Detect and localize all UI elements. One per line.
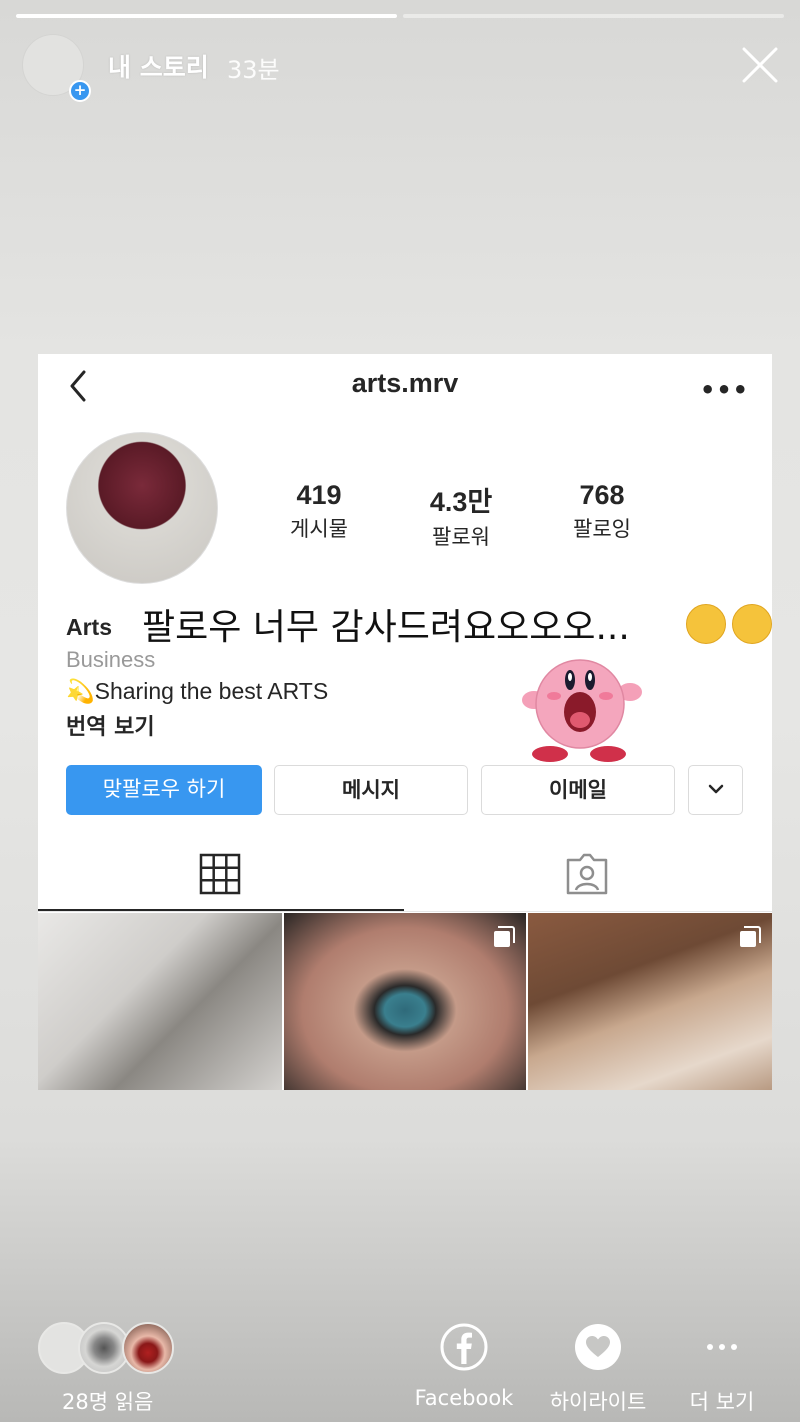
email-button: 이메일 [481,765,675,815]
shushing-face-icon [686,604,726,644]
message-button: 메시지 [274,765,468,815]
tab-divider [38,911,772,912]
story-overlay-text: 팔로우 너무 감사드려요오오오... [142,607,630,648]
follow-back-button: 맞팔로우 하기 [66,765,262,815]
stat-following: 768 팔로잉 [537,480,667,543]
profile-category: Business [66,647,156,672]
story-title: 내 스토리 [108,53,209,82]
profile-picture [66,432,218,584]
chevron-down-icon [708,784,723,794]
story-time: 33분 [227,56,280,84]
post-thumbnail-drawings [38,913,282,1090]
stat-following-count: 768 [579,480,625,510]
facebook-icon [440,1323,488,1371]
facebook-label: Facebook [414,1386,514,1410]
stat-followers: 4.3만 팔로워 [396,480,526,551]
story-progress-1-fill [16,14,397,18]
story-progress-2 [403,14,784,18]
tagged-person-icon [566,853,608,895]
post-thumbnail-painting [528,913,772,1090]
multiple-posts-icon [740,926,761,947]
stat-followers-count: 4.3만 [429,487,493,517]
more-label: 더 보기 [689,1390,755,1414]
story-progress-1 [16,14,397,18]
post-thumbnail-eye [284,913,526,1090]
seen-by-count[interactable]: 28명 읽음 [62,1386,153,1416]
more-options-button[interactable]: 더 보기 [662,1322,782,1416]
grid-icon [199,853,241,895]
viewer-avatar[interactable] [122,1322,174,1374]
profile-tabs [38,834,772,912]
profile-name: Arts [66,614,113,640]
stat-posts-count: 419 [296,480,342,510]
suggested-chevron-button [688,765,743,815]
more-dots-icon [707,1344,737,1350]
more-dots-icon: ••• [700,376,750,404]
stat-posts-label: 게시물 [290,517,348,541]
flushed-face-icon [732,604,772,644]
kirby-sticker-icon [522,659,642,762]
heart-circle-icon [575,1324,621,1370]
close-icon[interactable] [740,45,780,85]
profile-username: arts.mrv [351,368,459,398]
add-story-plus-icon[interactable]: + [69,80,91,102]
stat-following-label: 팔로잉 [573,517,631,541]
profile-screenshot: arts.mrv ••• 419 게시물 4.3만 팔로워 768 팔로잉 Ar… [38,354,772,1090]
facebook-share-button[interactable]: Facebook [404,1322,524,1410]
highlight-button[interactable]: 하이라이트 [538,1322,658,1416]
stat-followers-label: 팔로워 [432,525,490,549]
stat-posts: 419 게시물 [254,480,384,543]
highlight-label: 하이라이트 [549,1390,647,1414]
translate-link: 번역 보기 [66,715,155,740]
profile-bio: 💫Sharing the best ARTS [66,678,329,704]
multiple-posts-icon [494,926,515,947]
